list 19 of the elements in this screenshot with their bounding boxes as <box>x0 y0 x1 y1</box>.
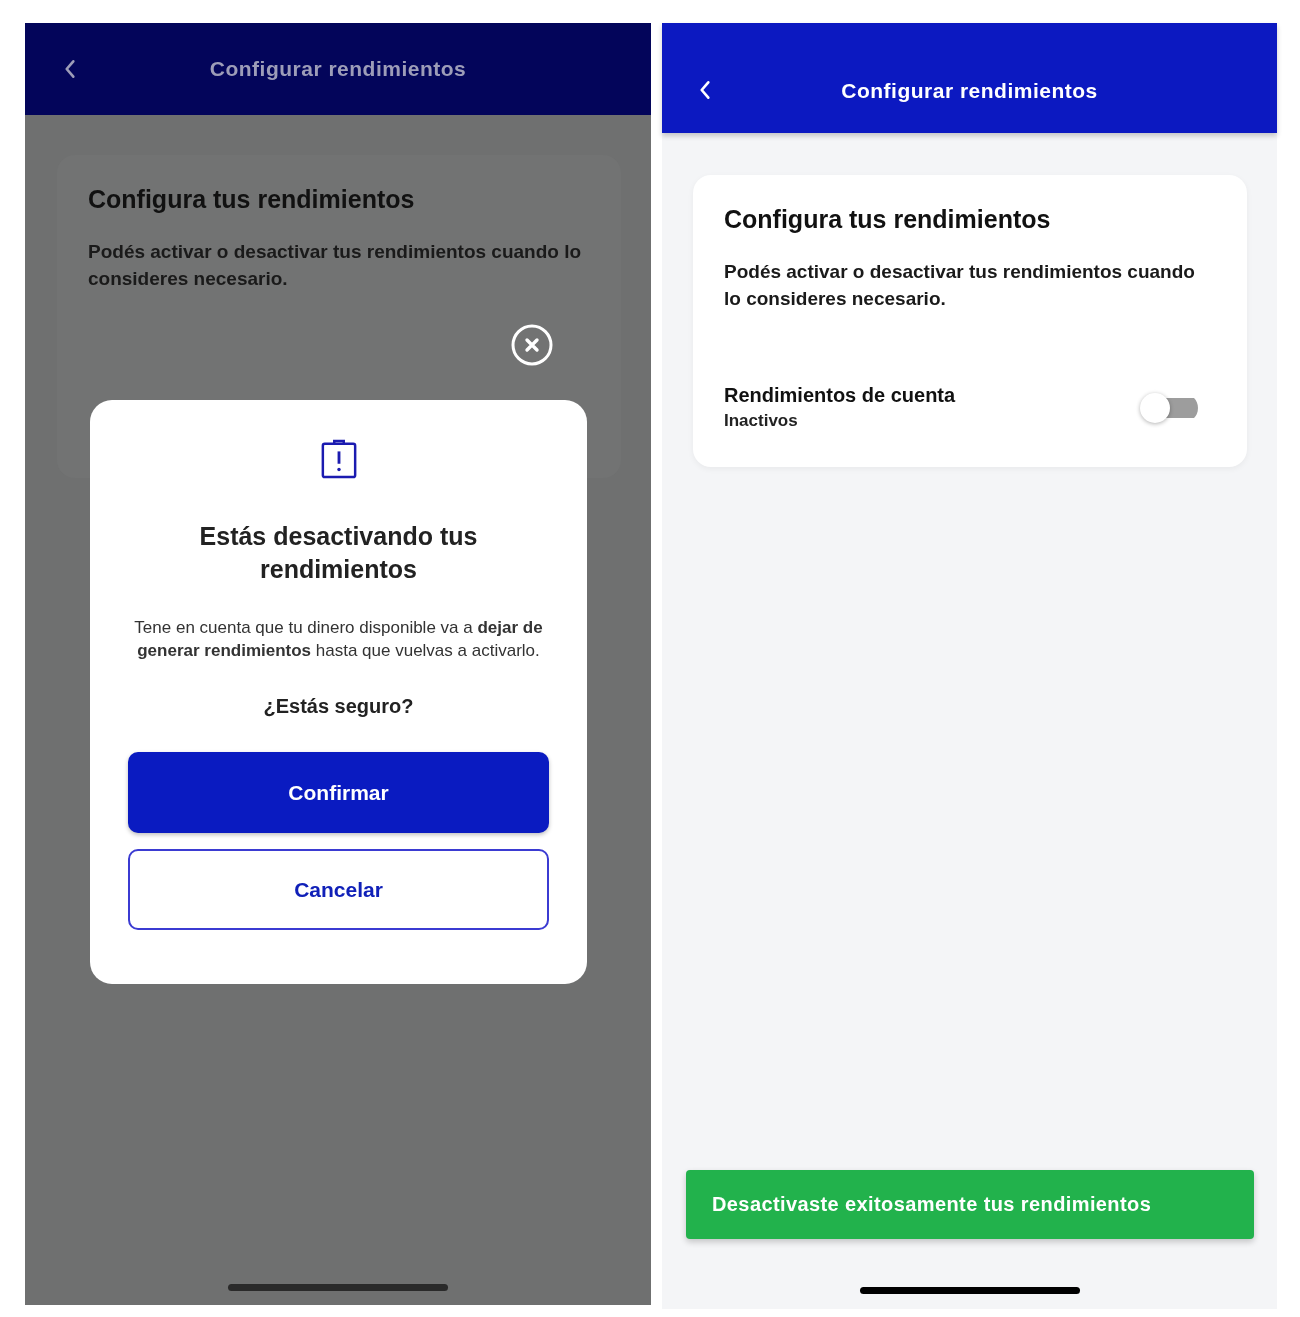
setting-status: Inactivos <box>724 411 799 431</box>
success-toast: Desactivaste exitosamente tus rendimientos <box>686 1170 1254 1239</box>
back-icon[interactable] <box>63 58 77 80</box>
card-description: Podés activar o desactivar tus rendimientos cuando lo consideres necesario. <box>88 240 583 291</box>
card-title: Configura tus rendimientos <box>724 205 1052 234</box>
setting-label: Rendimientos de cuenta <box>724 384 956 407</box>
card-title: Configura tus rendimientos <box>88 185 416 214</box>
dialog-question: ¿Estás seguro? <box>263 695 414 718</box>
cancel-button[interactable]: Cancelar <box>128 849 549 930</box>
back-icon[interactable] <box>698 79 712 101</box>
header-title: Configurar rendimientos <box>209 57 467 81</box>
dialog-title: Estás desactivando tus rendimientos <box>198 521 479 585</box>
close-icon[interactable] <box>510 323 554 367</box>
header-title: Configurar rendimientos <box>841 79 1098 103</box>
toggle-switch[interactable] <box>1140 392 1198 423</box>
dialog-message: Tene en cuenta que tu dinero disponible va a dejar de generar rendimientos hasta que vuelvas a activarlo. <box>133 617 544 662</box>
confirm-button[interactable]: Confirmar <box>128 752 549 833</box>
card-description: Podés activar o desactivar tus rendimientos cuando lo consideres necesario. <box>724 260 1196 311</box>
clipboard-alert-icon <box>319 438 358 480</box>
